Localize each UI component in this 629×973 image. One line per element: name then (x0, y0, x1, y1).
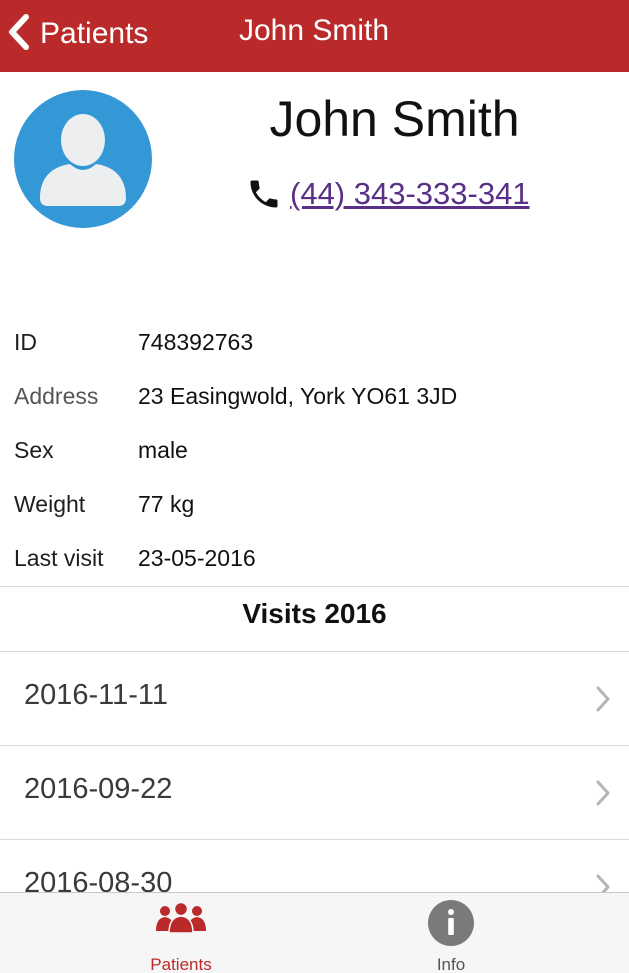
visit-list[interactable]: 2016-11-11 2016-09-22 2016-08-30 (0, 652, 629, 892)
detail-value: 748392763 (138, 328, 254, 355)
list-item[interactable]: 2016-11-11 (0, 652, 629, 746)
tab-info[interactable]: Info (294, 893, 608, 973)
divider (0, 586, 629, 587)
detail-row-last-visit: Last visit 23-05-2016 (14, 531, 614, 585)
detail-label: ID (14, 328, 37, 355)
detail-label: Weight (14, 490, 86, 517)
detail-row-id: ID 748392763 (14, 315, 614, 369)
app-screen: Patients John Smith John Smith (44) 343-… (0, 0, 629, 973)
detail-value: 77 kg (138, 490, 195, 517)
detail-value: 23 Easingwold, York YO61 3JD (138, 382, 458, 409)
page-title: John Smith (239, 14, 390, 47)
phone-link[interactable]: (44) 343-333-341 (290, 176, 530, 212)
visit-date: 2016-11-11 (24, 679, 169, 711)
detail-label: Sex (14, 436, 54, 463)
chevron-right-icon (596, 686, 610, 712)
detail-label: Last visit (14, 544, 104, 571)
detail-row-weight: Weight 77 kg (14, 477, 614, 531)
phone-icon (246, 176, 282, 212)
users-group-icon (154, 899, 208, 940)
list-item[interactable]: 2016-09-22 (0, 746, 629, 840)
chevron-right-icon (596, 874, 610, 892)
bottom-tab-bar: Patients Info (0, 892, 629, 973)
user-silhouette-icon (14, 90, 152, 228)
detail-value: male (138, 436, 188, 463)
detail-label: Address (14, 382, 99, 409)
chevron-right-icon (596, 780, 610, 806)
tab-patients[interactable]: Patients (24, 893, 338, 973)
tab-info-label: Info (436, 955, 466, 973)
detail-value: 23-05-2016 (138, 544, 256, 571)
info-icon (427, 899, 475, 952)
phone-row: (44) 343-333-341 (246, 176, 530, 212)
patient-details: ID 748392763 Address 23 Easingwold, York… (14, 315, 614, 585)
back-button[interactable]: Patients (6, 12, 148, 56)
visit-date: 2016-08-30 (24, 867, 173, 892)
back-button-label: Patients (40, 17, 149, 50)
visits-heading: Visits 2016 (242, 598, 387, 629)
header-bar: Patients John Smith (0, 0, 629, 72)
detail-row-sex: Sex male (14, 423, 614, 477)
detail-row-address: Address 23 Easingwold, York YO61 3JD (14, 369, 614, 423)
chevron-left-icon (6, 13, 32, 56)
list-item[interactable]: 2016-08-30 (0, 840, 629, 892)
avatar (14, 90, 152, 228)
visit-date: 2016-09-22 (24, 773, 173, 805)
patient-name: John Smith (269, 91, 520, 147)
